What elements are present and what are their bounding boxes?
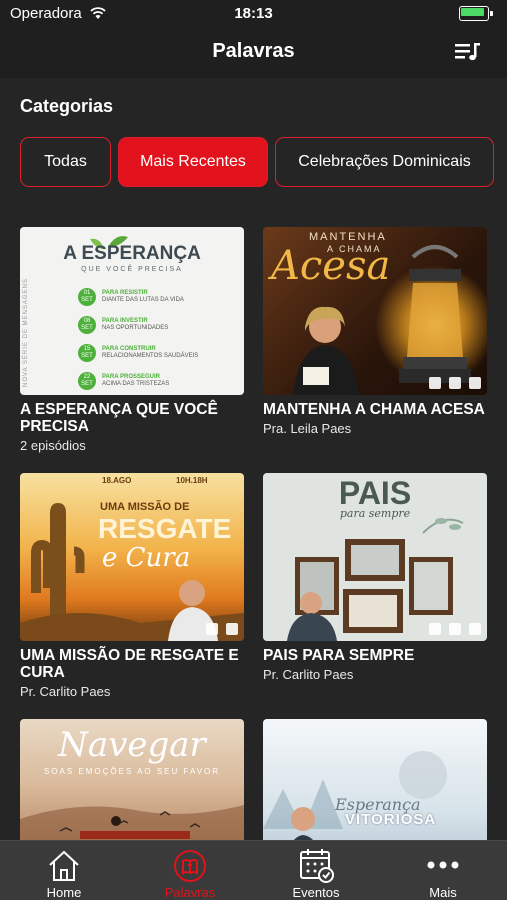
sermon-card[interactable]: NOVA SÉRIE DE MENSAGENS A ESPERANÇA QUE … — [20, 227, 244, 453]
tab-home[interactable]: Home — [1, 841, 127, 900]
bible-icon — [174, 850, 206, 882]
art-script: Navegar — [58, 725, 206, 765]
art-heading: MANTENHA — [309, 231, 387, 243]
art-heading: A ESPERANÇA — [63, 243, 201, 264]
date-badge: 15 SET — [78, 344, 96, 362]
category-chip-mais-recentes[interactable]: Mais Recentes — [118, 137, 268, 187]
sermon-card[interactable]: 18.AGO 10H.18H UMA MISSÃO DE RESGATE e C… — [20, 473, 244, 699]
clock: 18:13 — [234, 5, 273, 22]
tab-label: Eventos — [292, 885, 340, 900]
sermon-card[interactable]: MANTENHA A CHAMA Acesa MANTENHA A CHAMA … — [263, 227, 487, 436]
date-badge: 08 SET — [78, 316, 96, 334]
art-date: 18.AGO — [102, 476, 132, 485]
battery-icon — [459, 6, 495, 22]
category-chip-celebracoes[interactable]: Celebrações Dominicais — [275, 137, 494, 187]
status-bar: Operadora 18:13 — [0, 0, 507, 28]
tab-eventos[interactable]: Eventos — [253, 841, 379, 900]
art-script: Acesa — [271, 243, 391, 289]
playlist-icon[interactable] — [455, 42, 481, 62]
media-icons — [206, 623, 238, 635]
art-heading: UMA MISSÃO DE — [100, 501, 190, 513]
category-chip-todas[interactable]: Todas — [20, 137, 111, 187]
card-title: UMA MISSÃO DE RESGATE E CURA — [20, 647, 239, 681]
tab-mais[interactable]: Mais — [380, 841, 506, 900]
sermon-card[interactable]: PAIS para sempre PAIS PARA SEMPRE Pr. Ca… — [263, 473, 487, 682]
card-subtitle: Pra. Leila Paes — [263, 421, 352, 436]
navigation-bar: Palavras — [0, 28, 507, 78]
tab-label: Home — [46, 885, 82, 900]
sermon-thumbnail[interactable]: MANTENHA A CHAMA Acesa — [263, 227, 487, 395]
card-title: PAIS PARA SEMPRE — [263, 647, 415, 664]
home-icon — [49, 850, 79, 881]
media-icons — [429, 377, 481, 389]
art-subheading: RESGATE — [98, 513, 232, 544]
tab-bar: Home Palavras Eventos Mais — [0, 840, 507, 900]
tab-label: Palavras — [164, 885, 216, 900]
card-subtitle: Pr. Carlito Paes — [263, 667, 354, 682]
media-icons — [429, 623, 481, 635]
calendar-icon — [300, 849, 334, 883]
sermon-thumbnail[interactable]: PAIS para sempre — [263, 473, 487, 641]
tab-label: Mais — [429, 885, 457, 900]
tab-palavras[interactable]: Palavras — [127, 841, 253, 900]
card-subtitle: 2 episódios — [20, 438, 86, 453]
card-title: A ESPERANÇA QUE VOCÊ PRECISA — [20, 401, 218, 435]
more-icon — [427, 861, 459, 869]
art-tagline: SOAS EMOÇÕES AO SEU FAVOR — [43, 767, 221, 776]
section-title: Categorias — [20, 96, 114, 116]
date-badge: 01 SET — [78, 288, 96, 306]
art-script: para sempre — [339, 507, 411, 520]
card-subtitle: Pr. Carlito Paes — [20, 684, 111, 699]
sermon-thumbnail[interactable]: 18.AGO 10H.18H UMA MISSÃO DE RESGATE e C… — [20, 473, 244, 641]
page-title: Palavras — [212, 40, 295, 62]
date-badge: 22 SET — [78, 372, 96, 390]
art-heading: VITORIOSA — [345, 811, 437, 828]
sermon-thumbnail[interactable]: NOVA SÉRIE DE MENSAGENS A ESPERANÇA QUE … — [20, 227, 244, 395]
art-tagline: QUE VOCÊ PRECISA — [81, 266, 183, 273]
art-time: 10H.18H — [176, 476, 208, 485]
art-script: e Cura — [102, 543, 191, 573]
card-title: MANTENHA A CHAMA ACESA — [263, 401, 485, 418]
